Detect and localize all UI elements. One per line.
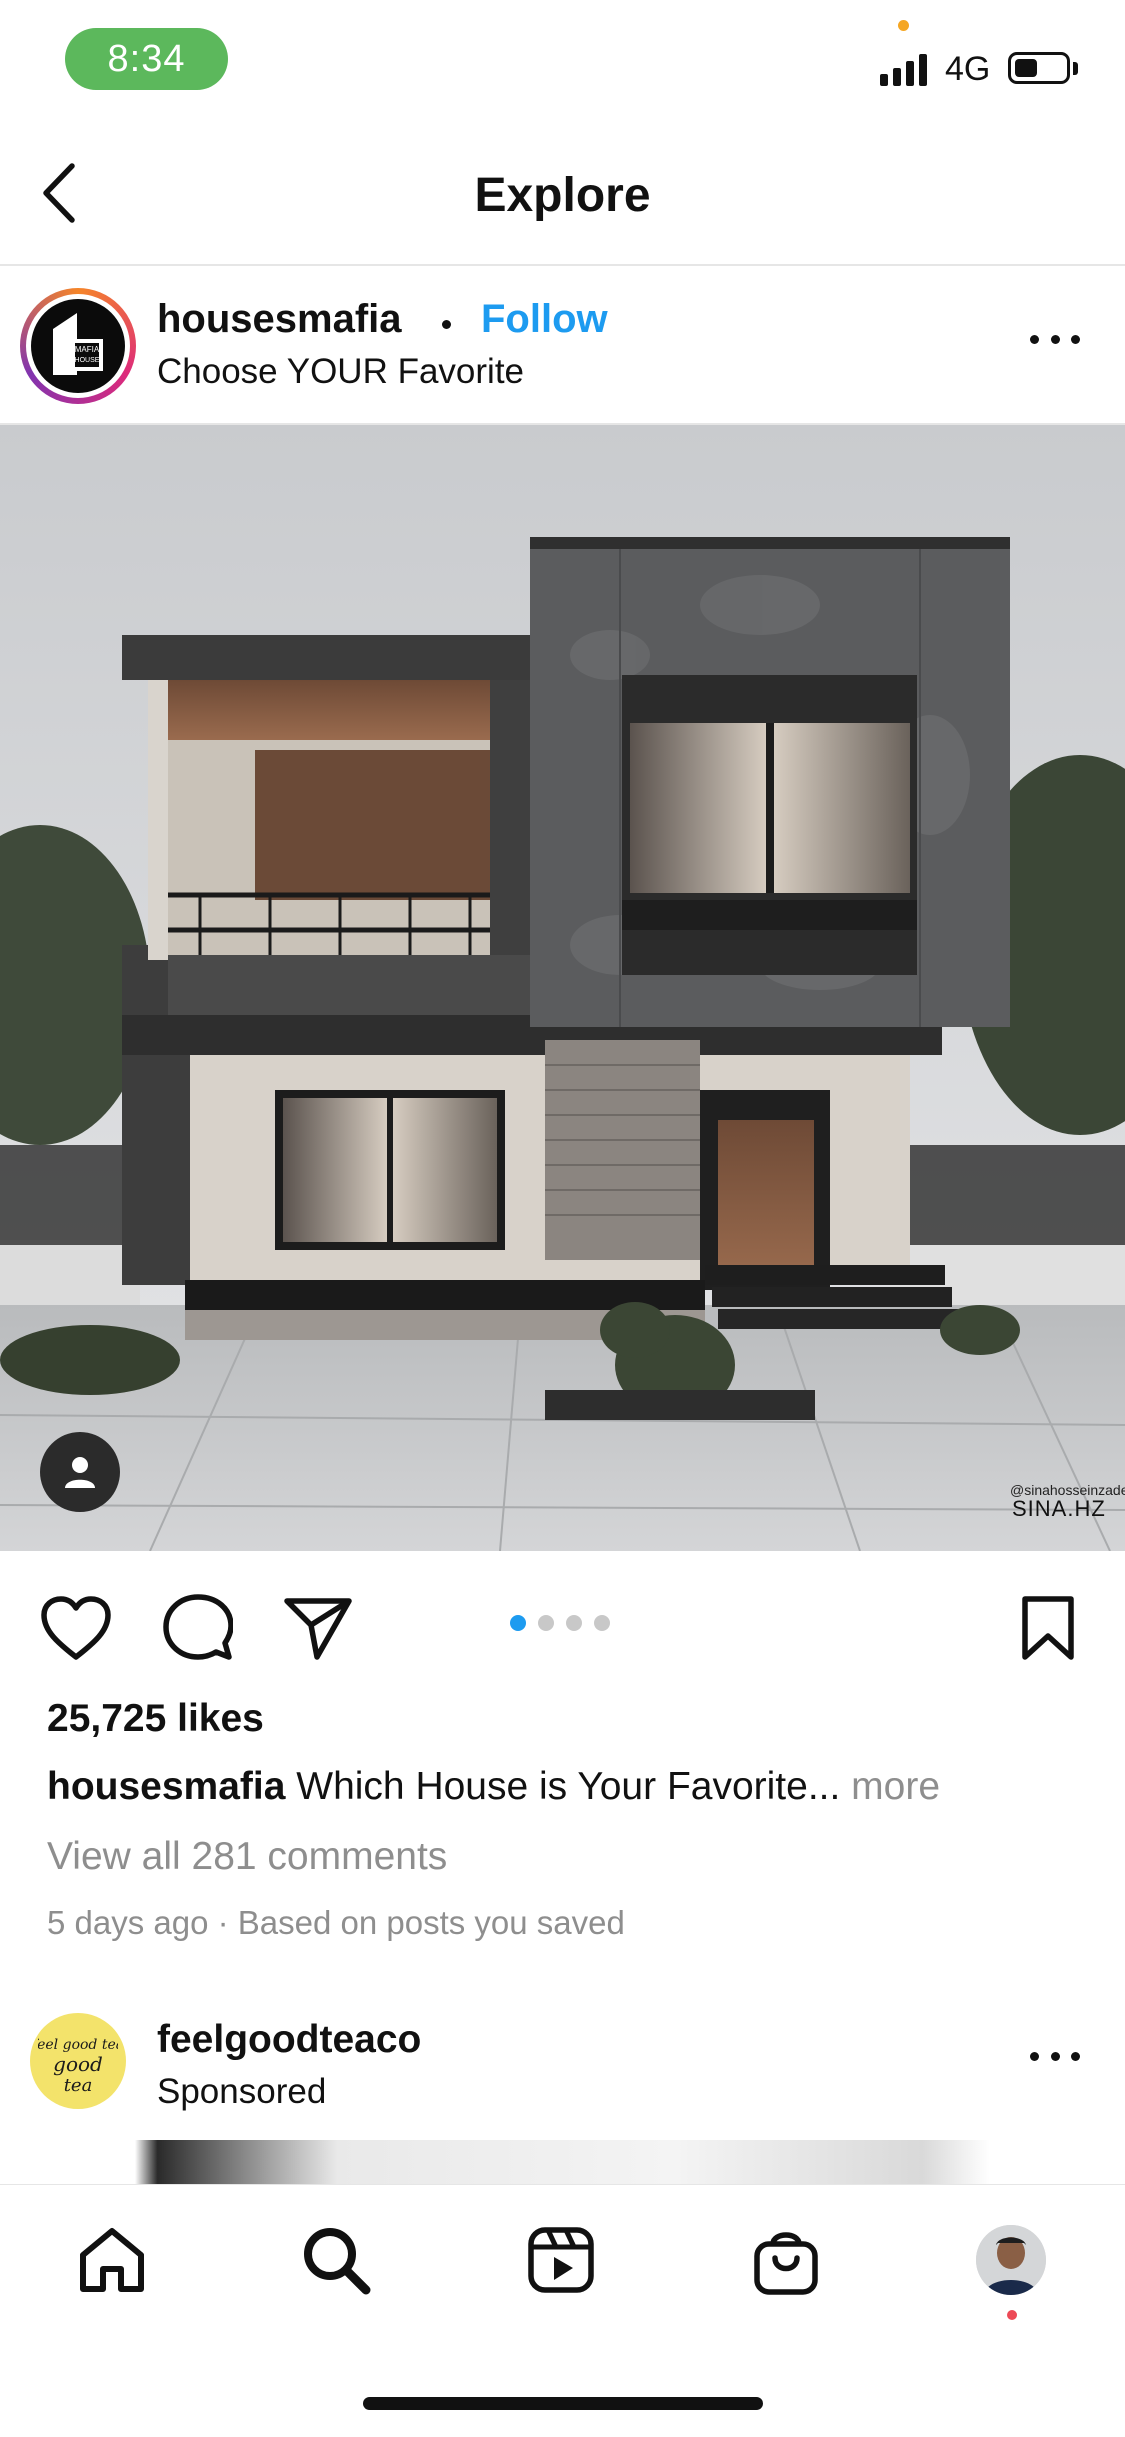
carousel-dot <box>594 1615 610 1631</box>
avatar-text-2: HOUSE <box>75 357 100 364</box>
post-author-avatar[interactable]: MAFIA HOUSE <box>20 288 136 404</box>
like-button[interactable] <box>38 1590 114 1666</box>
sponsor-options-button[interactable] <box>1030 2052 1080 2068</box>
network-label: 4G <box>945 50 991 88</box>
avatar-text-1: MAFIA <box>75 345 100 354</box>
header-divider <box>0 264 1125 266</box>
home-indicator[interactable] <box>363 2397 763 2410</box>
watermark-signature: SINA.HZ <box>1012 1496 1106 1521</box>
separator-dot <box>442 320 451 329</box>
comment-button[interactable] <box>160 1590 236 1666</box>
privacy-indicator-dot <box>898 20 909 31</box>
heart-icon <box>41 1596 111 1660</box>
post-options-button[interactable] <box>1030 335 1080 351</box>
like-count[interactable]: 25,725 likes <box>47 1697 264 1741</box>
sponsor-avatar[interactable]: feel good tea good tea <box>30 2013 126 2109</box>
status-time: 8:34 <box>65 28 228 90</box>
carousel-dot <box>538 1615 554 1631</box>
share-button[interactable] <box>280 1590 356 1666</box>
save-button[interactable] <box>1010 1590 1086 1666</box>
caption-more-link[interactable]: more <box>840 1765 940 1808</box>
house-logo-icon: MAFIA HOUSE <box>53 313 103 375</box>
caption-username[interactable]: housesmafia <box>47 1765 285 1808</box>
profile-avatar <box>976 2225 1046 2295</box>
home-icon <box>80 2228 144 2292</box>
tab-reels[interactable] <box>521 2220 601 2300</box>
carousel-dot <box>566 1615 582 1631</box>
feelgoodtea-logo: feel good tea good tea <box>38 2037 118 2096</box>
search-icon <box>304 2228 371 2295</box>
svg-text:good: good <box>53 2052 103 2076</box>
sponsor-image-preview[interactable] <box>0 2140 1125 2184</box>
carousel-indicator <box>510 1615 610 1631</box>
tab-profile[interactable] <box>976 2225 1046 2295</box>
paper-plane-icon <box>284 1598 352 1660</box>
tab-search[interactable] <box>296 2220 376 2300</box>
caption-text: Which House is Your Favorite... <box>285 1765 841 1808</box>
user-icon <box>65 1457 95 1488</box>
page-title: Explore <box>474 169 651 222</box>
carousel-dot-active <box>510 1615 526 1631</box>
house-illustration <box>0 425 1125 1551</box>
tagged-users-button[interactable] <box>40 1432 120 1512</box>
signal-icon <box>880 52 932 86</box>
svg-text:feel good tea: feel good tea <box>38 2037 118 2053</box>
post-username[interactable]: housesmafia <box>157 297 402 342</box>
svg-text:tea: tea <box>64 2075 93 2096</box>
profile-notification-dot <box>1007 2310 1017 2320</box>
sponsor-username[interactable]: feelgoodteaco <box>157 2018 421 2062</box>
tab-home[interactable] <box>72 2220 152 2300</box>
battery-nub <box>1073 62 1078 75</box>
comment-icon <box>163 1594 233 1660</box>
bookmark-icon <box>1022 1596 1074 1660</box>
post-image[interactable] <box>0 425 1125 1551</box>
tab-shop[interactable] <box>746 2220 826 2300</box>
follow-button[interactable]: Follow <box>481 297 608 342</box>
reels-icon <box>528 2227 594 2293</box>
battery-icon <box>1008 52 1070 84</box>
sponsored-label: Sponsored <box>157 2072 327 2111</box>
view-comments-link[interactable]: View all 281 comments <box>47 1835 447 1879</box>
post-subtitle: Choose YOUR Favorite <box>157 352 525 391</box>
shopping-bag-icon <box>754 2232 818 2295</box>
post-meta: 5 days ago · Based on posts you saved <box>47 1904 625 1941</box>
post-caption[interactable]: housesmafia Which House is Your Favorite… <box>47 1765 940 1809</box>
